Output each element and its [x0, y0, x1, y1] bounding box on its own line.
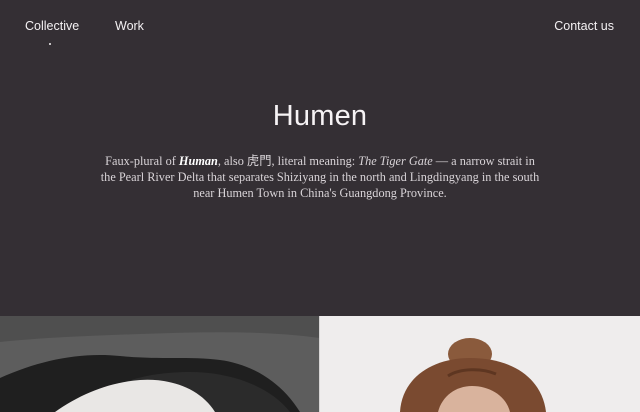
desc-meaning: The Tiger Gate [358, 154, 433, 168]
portrait-photo-left [0, 316, 320, 412]
top-navigation: Collective Work Contact us [0, 0, 640, 52]
desc-also: , also [217, 154, 247, 168]
portrait-photo-icon [320, 316, 640, 412]
nav-link-work[interactable]: Work [115, 18, 144, 34]
photo-divider [319, 316, 320, 412]
active-indicator-dot [49, 43, 51, 45]
desc-meaning-prefix: , literal meaning: [271, 154, 359, 168]
portrait-photo-icon [0, 316, 320, 412]
desc-prefix: Faux-plural of [105, 154, 179, 168]
portrait-photo-right [320, 316, 640, 412]
hero-description: Faux-plural of Human, also 虎門, literal m… [100, 153, 540, 201]
page: Collective Work Contact us Humen Faux-pl… [0, 0, 640, 412]
nav-link-contact-us[interactable]: Contact us [554, 18, 614, 34]
page-title: Humen [272, 100, 368, 132]
desc-chinese: 虎門 [246, 154, 272, 168]
nav-link-collective[interactable]: Collective [25, 18, 79, 34]
desc-emphasis: Human [178, 154, 218, 168]
